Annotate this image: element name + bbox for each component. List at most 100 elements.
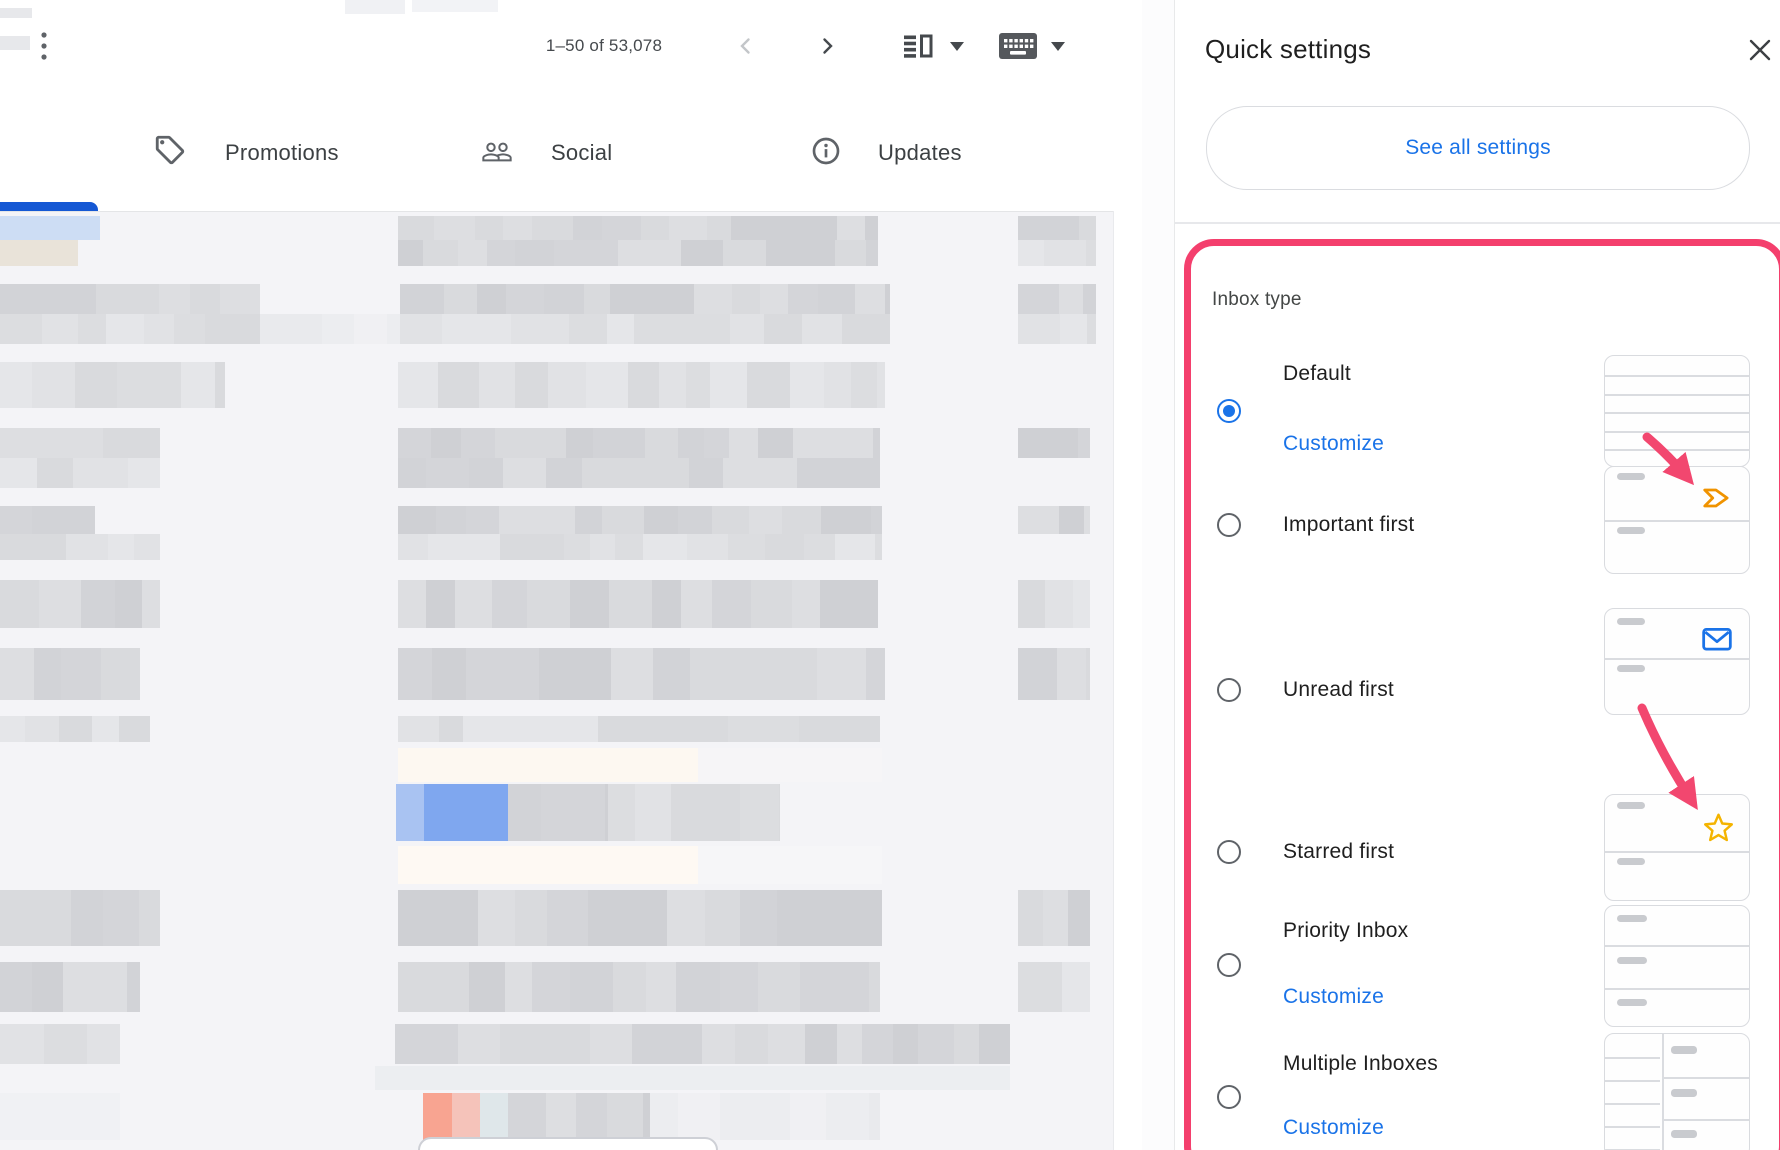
blurred-row-block <box>0 216 100 240</box>
blurred-row-block <box>1018 580 1090 628</box>
thumb-line <box>1605 449 1749 451</box>
radio-priority-inbox[interactable] <box>1217 953 1241 977</box>
blurred-row-block <box>400 284 890 314</box>
blurred-row-block <box>1018 216 1096 240</box>
tab-label: Social <box>551 136 612 170</box>
thumb-line <box>1662 1077 1749 1079</box>
caret-down-icon <box>950 42 964 51</box>
unread-envelope-icon <box>1701 626 1733 652</box>
blurred-row-block <box>0 716 150 742</box>
thumbnail-priority-inbox[interactable] <box>1604 905 1750 1027</box>
thumbnail-important-first[interactable] <box>1604 466 1750 574</box>
blurred-row-block <box>398 534 882 560</box>
thumb-line <box>1605 851 1749 853</box>
radio-important-first[interactable] <box>1217 513 1241 537</box>
blurred-row-block <box>1018 240 1096 266</box>
blurred-row-block <box>0 284 260 314</box>
blurred-row-block <box>260 314 400 344</box>
thumb-dash <box>1617 999 1647 1006</box>
tab-updates[interactable]: Updates <box>760 100 1040 210</box>
customize-link-priority-inbox[interactable]: Customize <box>1283 985 1384 1009</box>
thumb-dash <box>1617 665 1645 672</box>
tab-label: Promotions <box>225 136 339 170</box>
more-options-button[interactable] <box>33 31 55 61</box>
tag-icon <box>153 133 187 167</box>
thumb-dash <box>1671 1046 1697 1054</box>
see-all-settings-button[interactable]: See all settings <box>1206 106 1750 190</box>
thumbnail-default[interactable] <box>1604 355 1750 467</box>
split-pane-button[interactable] <box>901 32 935 60</box>
blurred-row-block <box>0 890 160 946</box>
blurred-row-block <box>0 458 160 488</box>
blurred-row-block <box>398 648 885 700</box>
thumb-dash <box>1617 473 1645 480</box>
chevron-left-icon <box>734 34 758 58</box>
tab-promotions[interactable]: Promotions <box>96 100 390 210</box>
blurred-row-block <box>1018 284 1096 314</box>
blurred-row-block <box>395 1024 1010 1064</box>
blurred-row-block <box>508 1093 650 1140</box>
blurred-row-block <box>1018 648 1090 700</box>
thumb-dash <box>1671 1130 1697 1138</box>
blurred-row-block <box>452 1093 480 1140</box>
gmail-window: 1–50 of 53,078 <box>0 0 1780 1150</box>
radio-multiple-inboxes[interactable] <box>1217 1085 1241 1109</box>
kebab-menu-icon <box>40 31 48 61</box>
people-icon <box>481 136 513 168</box>
blurred-fragment <box>0 8 32 18</box>
thumb-line <box>1605 945 1749 947</box>
panel-divider <box>1175 222 1780 224</box>
thumb-line <box>1605 988 1749 990</box>
thumbnail-multiple-inboxes[interactable] <box>1604 1033 1750 1150</box>
blurred-row-block <box>608 784 780 841</box>
panel-title: Quick settings <box>1205 34 1371 65</box>
importance-marker-icon <box>1701 485 1733 511</box>
blurred-row-block <box>398 506 882 534</box>
input-tools-dropdown[interactable] <box>1050 40 1066 52</box>
chevron-right-icon <box>815 34 839 58</box>
split-pane-dropdown[interactable] <box>949 40 965 52</box>
option-label-starred-first[interactable]: Starred first <box>1283 840 1394 864</box>
blurred-row-block <box>0 314 260 344</box>
list-scrollbar-track[interactable] <box>1113 211 1143 1150</box>
blurred-row-block <box>650 1093 880 1140</box>
customize-link-default[interactable]: Customize <box>1283 432 1384 456</box>
customize-link-multiple-inboxes[interactable]: Customize <box>1283 1116 1384 1140</box>
blurred-row-block <box>0 506 95 534</box>
blurred-row-block <box>698 846 882 884</box>
radio-starred-first[interactable] <box>1217 840 1241 864</box>
option-label-unread-first[interactable]: Unread first <box>1283 678 1394 702</box>
blurred-row-block <box>0 534 160 560</box>
input-tools-button[interactable] <box>997 31 1039 61</box>
thumb-line <box>1605 658 1749 660</box>
blurred-row-block <box>398 428 880 458</box>
blurred-row-block <box>0 1024 120 1064</box>
blurred-row-block <box>424 784 508 841</box>
thumb-vline <box>1662 1034 1664 1150</box>
active-tab-indicator <box>0 202 98 211</box>
close-panel-button[interactable] <box>1744 34 1776 66</box>
option-label-multiple-inboxes[interactable]: Multiple Inboxes <box>1283 1052 1438 1076</box>
blurred-row-block <box>0 962 140 1012</box>
option-label-important-first[interactable]: Important first <box>1283 513 1414 537</box>
blurred-row-block <box>423 1093 452 1140</box>
radio-unread-first[interactable] <box>1217 678 1241 702</box>
option-label-default[interactable]: Default <box>1283 362 1351 386</box>
split-pane-icon <box>903 33 933 59</box>
radio-default[interactable] <box>1217 399 1241 423</box>
tab-social[interactable]: Social <box>430 100 670 210</box>
option-label-priority-inbox[interactable]: Priority Inbox <box>1283 919 1408 943</box>
thumb-dash <box>1617 858 1645 865</box>
thumb-line <box>1605 375 1749 377</box>
blurred-row-block <box>1018 314 1096 344</box>
blurred-row-block <box>0 1093 120 1140</box>
newer-page-button[interactable] <box>731 31 761 61</box>
thumb-dash <box>1617 915 1647 922</box>
thumb-line <box>1605 520 1749 522</box>
older-page-button[interactable] <box>812 31 842 61</box>
thumbnail-unread-first[interactable] <box>1604 608 1750 715</box>
blurred-row-block <box>0 362 225 408</box>
blurred-row-block <box>0 428 160 458</box>
thumb-line <box>1605 394 1749 396</box>
thumbnail-starred-first[interactable] <box>1604 794 1750 901</box>
